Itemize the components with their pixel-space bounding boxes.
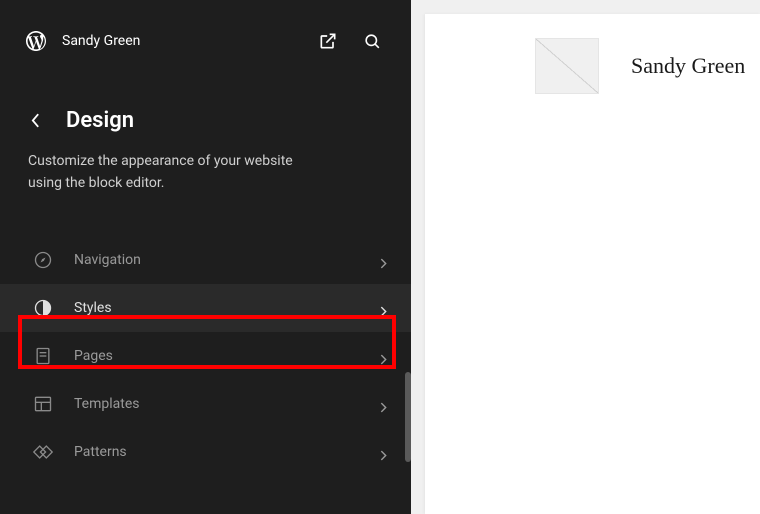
- scrollbar-thumb[interactable]: [405, 372, 411, 462]
- site-preview-frame[interactable]: Sandy Green: [425, 14, 760, 514]
- site-logo-placeholder: [535, 38, 599, 94]
- site-identity[interactable]: Sandy Green: [24, 29, 140, 53]
- sidebar-heading-row: Design: [0, 60, 411, 133]
- design-menu: Navigation Styles Pages: [0, 236, 411, 476]
- chevron-right-icon: [380, 398, 387, 410]
- page-title: Design: [66, 108, 134, 133]
- chevron-right-icon: [380, 446, 387, 458]
- menu-item-patterns[interactable]: Patterns: [0, 428, 411, 476]
- page-icon: [32, 345, 54, 367]
- menu-item-templates[interactable]: Templates: [0, 380, 411, 428]
- site-preview-panel: Sandy Green: [411, 0, 760, 514]
- site-editor-sidebar: Sandy Green Design Customize the appeara…: [0, 0, 411, 514]
- topbar-actions: [317, 30, 387, 52]
- view-site-button[interactable]: [317, 30, 339, 52]
- search-button[interactable]: [361, 30, 383, 52]
- chevron-right-icon: [380, 350, 387, 362]
- site-header-preview: Sandy Green: [535, 38, 760, 94]
- sidebar-topbar: Sandy Green: [0, 0, 411, 60]
- compass-icon: [32, 249, 54, 271]
- menu-item-label: Templates: [74, 396, 380, 412]
- layout-icon: [32, 393, 54, 415]
- menu-item-pages[interactable]: Pages: [0, 332, 411, 380]
- menu-item-navigation[interactable]: Navigation: [0, 236, 411, 284]
- menu-item-label: Patterns: [74, 444, 380, 460]
- site-title-preview: Sandy Green: [631, 53, 745, 79]
- menu-item-label: Navigation: [74, 252, 380, 268]
- styles-icon: [32, 297, 54, 319]
- chevron-right-icon: [380, 254, 387, 266]
- menu-item-label: Styles: [74, 300, 380, 316]
- wordpress-logo-icon: [24, 29, 48, 53]
- menu-item-label: Pages: [74, 348, 380, 364]
- menu-item-styles[interactable]: Styles: [0, 284, 411, 332]
- patterns-icon: [32, 441, 54, 463]
- back-button[interactable]: [28, 112, 42, 130]
- chevron-right-icon: [380, 302, 387, 314]
- page-description: Customize the appearance of your website…: [0, 133, 340, 194]
- site-name: Sandy Green: [62, 33, 140, 49]
